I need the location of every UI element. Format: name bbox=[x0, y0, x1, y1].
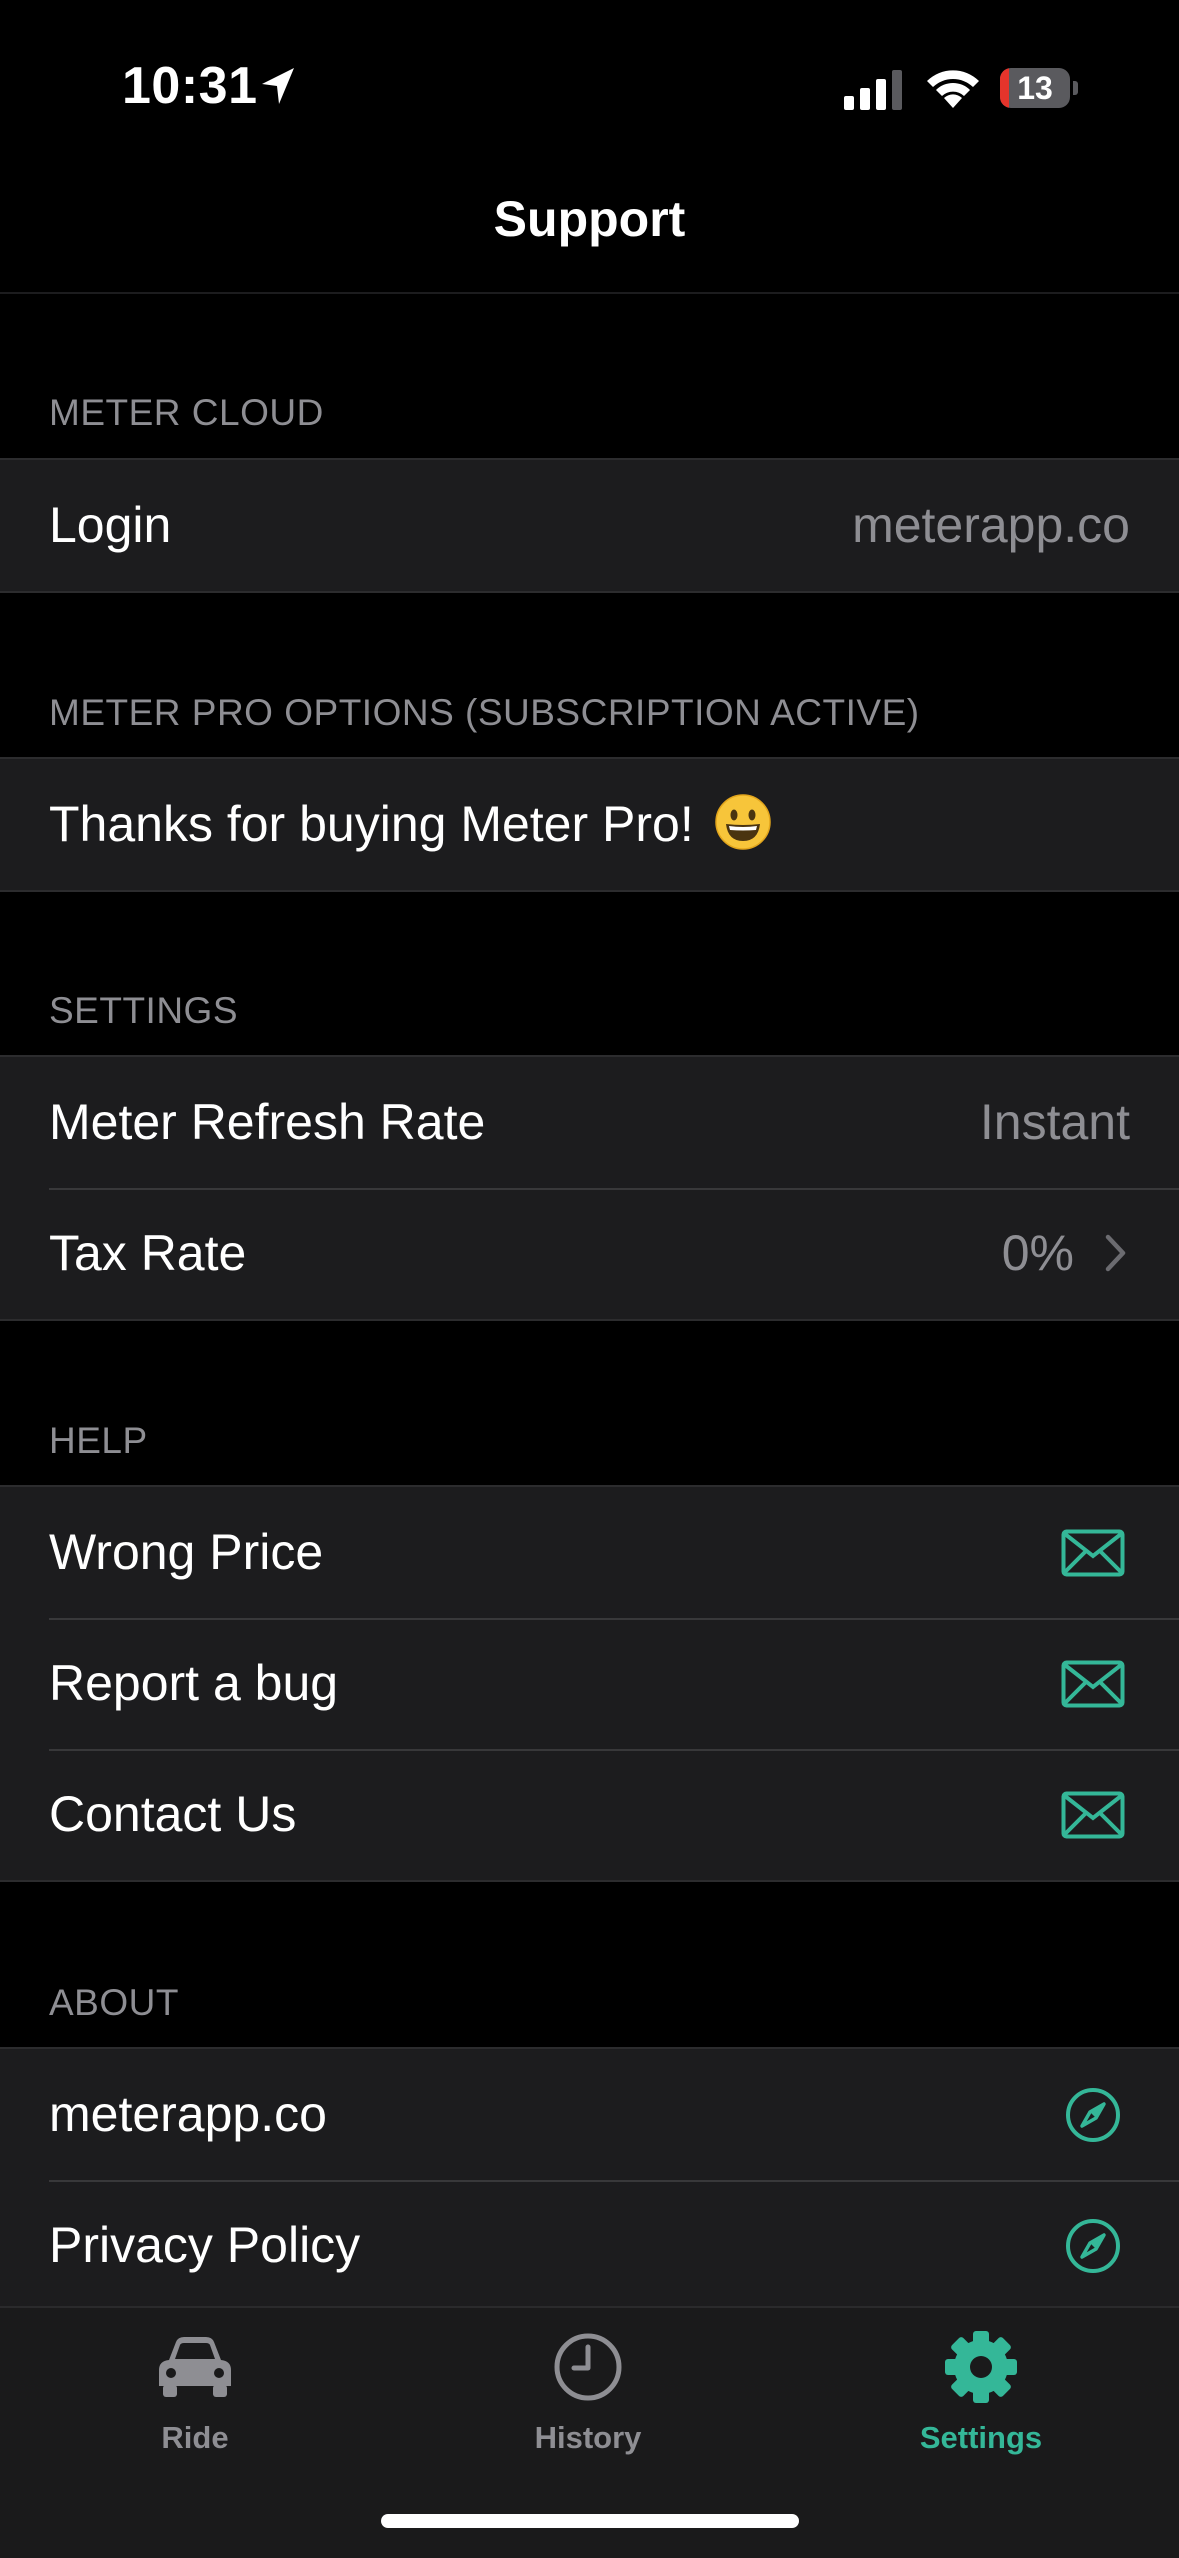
home-indicator[interactable] bbox=[381, 2514, 799, 2528]
nav-divider bbox=[0, 292, 1179, 294]
about-row-label: Privacy Policy bbox=[49, 2217, 361, 2273]
group-meter-cloud: Login meterapp.co bbox=[0, 458, 1179, 593]
clock-icon bbox=[554, 2333, 622, 2401]
envelope-icon bbox=[1061, 1791, 1125, 1839]
group-settings: Meter Refresh Rate Instant Tax Rate 0% bbox=[0, 1055, 1179, 1321]
cellular-signal-icon bbox=[844, 70, 902, 110]
about-row-privacy-policy[interactable]: Privacy Policy bbox=[0, 2180, 1179, 2311]
tab-history[interactable]: History bbox=[458, 2308, 718, 2468]
section-header-help: HELP bbox=[49, 1420, 148, 1461]
help-row-label: Wrong Price bbox=[49, 1524, 324, 1580]
help-row-report-bug[interactable]: Report a bug bbox=[0, 1618, 1179, 1749]
tab-ride-label: Ride bbox=[161, 2420, 229, 2455]
chevron-right-icon bbox=[1105, 1234, 1126, 1272]
about-row-website[interactable]: meterapp.co bbox=[0, 2049, 1179, 2180]
envelope-icon bbox=[1061, 1529, 1125, 1577]
page-title: Support bbox=[493, 191, 686, 247]
help-row-contact-us[interactable]: Contact Us bbox=[0, 1749, 1179, 1880]
tax-rate-label: Tax Rate bbox=[49, 1225, 247, 1281]
wifi-icon bbox=[927, 70, 979, 108]
status-bar: 10:31 13 bbox=[0, 0, 1179, 180]
location-arrow-icon bbox=[262, 68, 294, 104]
login-value: meterapp.co bbox=[852, 497, 1130, 553]
tax-rate-value: 0% bbox=[1001, 1225, 1074, 1281]
help-row-wrong-price[interactable]: Wrong Price bbox=[0, 1487, 1179, 1618]
meter-refresh-rate-value: Instant bbox=[979, 1094, 1130, 1150]
login-row[interactable]: Login meterapp.co bbox=[0, 460, 1179, 591]
gear-icon bbox=[945, 2331, 1017, 2403]
status-time: 10:31 bbox=[122, 57, 258, 115]
group-help: Wrong Price Report a bug Contact Us bbox=[0, 1485, 1179, 1882]
battery-indicator: 13 bbox=[1000, 68, 1078, 108]
pro-thanks-row: Thanks for buying Meter Pro! bbox=[0, 759, 1179, 890]
help-row-label: Contact Us bbox=[49, 1786, 297, 1842]
section-header-pro-options: METER PRO OPTIONS (SUBSCRIPTION ACTIVE) bbox=[49, 692, 920, 733]
tax-rate-row[interactable]: Tax Rate 0% bbox=[0, 1188, 1179, 1319]
envelope-icon bbox=[1061, 1660, 1125, 1708]
group-pro-options: Thanks for buying Meter Pro! bbox=[0, 757, 1179, 892]
battery-percentage: 13 bbox=[1017, 70, 1053, 106]
login-label: Login bbox=[49, 497, 172, 553]
compass-icon bbox=[1066, 2088, 1120, 2142]
tab-history-label: History bbox=[534, 2420, 642, 2455]
grinning-face-emoji-icon bbox=[714, 794, 771, 850]
tab-ride[interactable]: Ride bbox=[65, 2308, 325, 2468]
pro-thanks-label: Thanks for buying Meter Pro! bbox=[49, 796, 694, 852]
pro-thanks-row-content: Thanks for buying Meter Pro! bbox=[49, 759, 772, 890]
help-row-label: Report a bug bbox=[49, 1655, 339, 1711]
section-header-about: ABOUT bbox=[49, 1982, 179, 2023]
tab-settings-label: Settings bbox=[919, 2420, 1043, 2455]
compass-icon bbox=[1066, 2219, 1120, 2273]
section-header-settings: SETTINGS bbox=[49, 990, 239, 1031]
meter-refresh-rate-row[interactable]: Meter Refresh Rate Instant bbox=[0, 1057, 1179, 1188]
car-icon bbox=[159, 2337, 231, 2397]
section-header-meter-cloud: METER CLOUD bbox=[49, 392, 324, 433]
about-row-label: meterapp.co bbox=[49, 2086, 327, 2142]
meter-refresh-rate-label: Meter Refresh Rate bbox=[49, 1094, 486, 1150]
group-about: meterapp.co Privacy Policy bbox=[0, 2047, 1179, 2313]
tab-settings[interactable]: Settings bbox=[851, 2308, 1111, 2468]
